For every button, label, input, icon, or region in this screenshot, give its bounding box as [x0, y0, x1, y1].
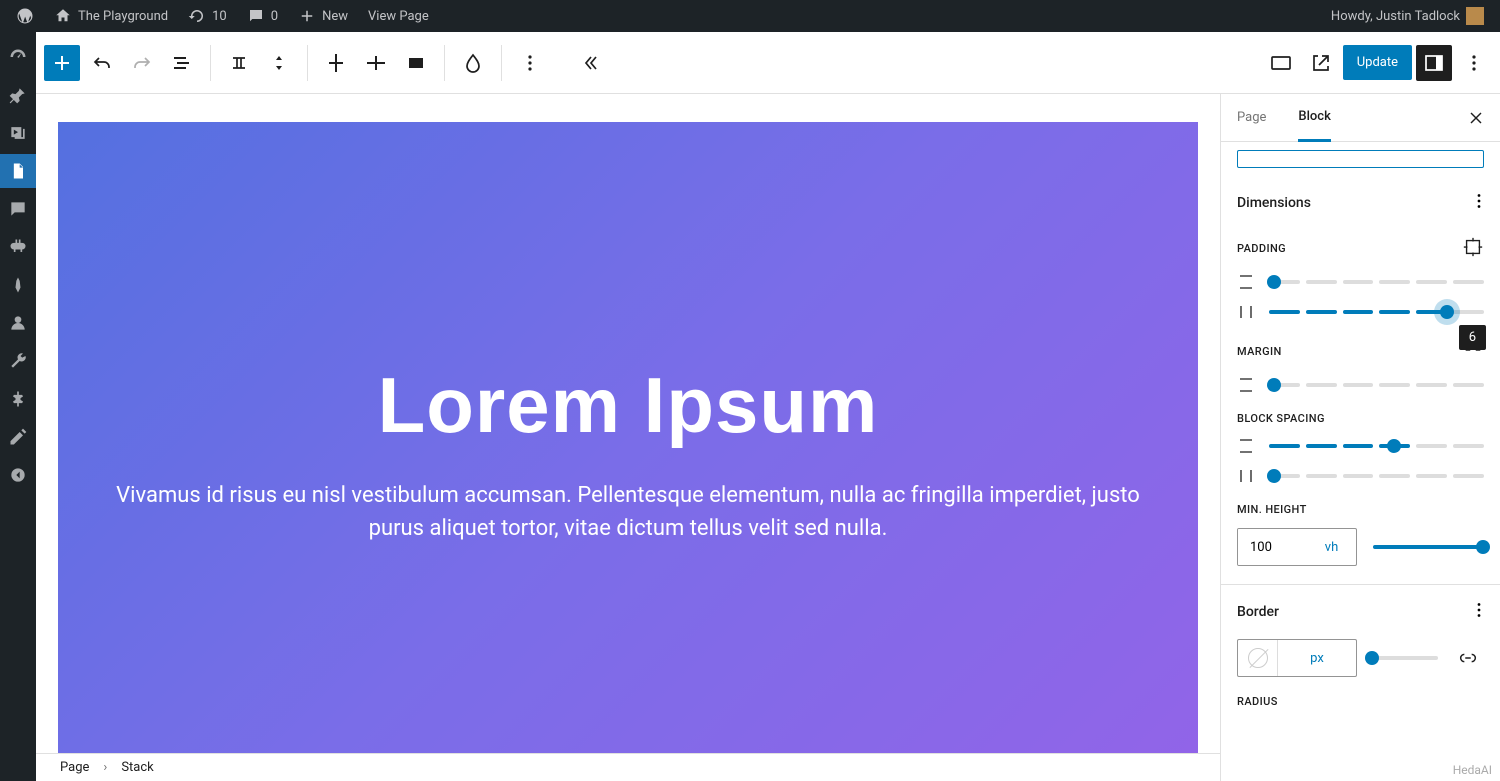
howdy-user[interactable]: Howdy, Justin Tadlock: [1325, 7, 1490, 25]
dimensions-panel-header: Dimensions: [1221, 176, 1500, 224]
collapse-icon[interactable]: [0, 458, 36, 492]
redo-button[interactable]: [124, 45, 160, 81]
border-unit[interactable]: px: [1278, 640, 1356, 676]
site-name: The Playground: [78, 9, 168, 24]
divider: [307, 45, 308, 81]
external-preview-icon[interactable]: [1303, 45, 1339, 81]
border-width-slider[interactable]: [1371, 656, 1438, 660]
min-height-input[interactable]: vh: [1237, 528, 1357, 566]
fullwidth-icon[interactable]: [398, 45, 434, 81]
wp-logo-icon[interactable]: [10, 7, 40, 25]
plugins-icon[interactable]: [0, 230, 36, 264]
close-sidebar-button[interactable]: [1460, 102, 1492, 134]
feedback-icon[interactable]: [0, 192, 36, 226]
view-page-link[interactable]: View Page: [362, 9, 435, 24]
new-label: New: [322, 9, 348, 24]
breadcrumb-leaf[interactable]: Stack: [121, 760, 153, 775]
avatar: [1466, 7, 1484, 25]
padding-unlink-icon[interactable]: [1462, 236, 1484, 261]
dimensions-options-icon[interactable]: [1468, 190, 1490, 216]
padding-value-tooltip: 6: [1459, 325, 1486, 350]
min-height-unit[interactable]: vh: [1306, 529, 1356, 565]
block-stack-icon[interactable]: [221, 45, 257, 81]
breadcrumb-root[interactable]: Page: [60, 760, 89, 775]
settings-sidebar-toggle[interactable]: [1416, 45, 1452, 81]
border-options-icon[interactable]: [1468, 599, 1490, 625]
settings-icon[interactable]: [0, 382, 36, 416]
list-view-button[interactable]: [164, 45, 200, 81]
divider: [210, 45, 211, 81]
cover-paragraph[interactable]: Vivamus id risus eu nisl vestibulum accu…: [98, 479, 1158, 545]
cover-heading[interactable]: Lorem Ipsum: [378, 360, 879, 451]
more-options-icon[interactable]: [1456, 45, 1492, 81]
border-panel-header: Border: [1221, 585, 1500, 633]
chevron-right-icon: ›: [103, 760, 107, 775]
edit-icon[interactable]: [0, 420, 36, 454]
appearance-icon[interactable]: [0, 268, 36, 302]
users-icon[interactable]: [0, 306, 36, 340]
update-button[interactable]: Update: [1343, 45, 1412, 80]
horizontal-axis-icon: [1237, 303, 1255, 321]
dashboard-icon[interactable]: [0, 40, 36, 74]
vertical-axis-icon: [1237, 273, 1255, 291]
margin-vertical-slider[interactable]: [1221, 370, 1500, 400]
admin-bar: The Playground 10 0 New View Page Howdy,…: [0, 0, 1500, 32]
comments-count: 0: [271, 9, 278, 24]
new-link[interactable]: New: [292, 7, 354, 25]
padding-horizontal-slider[interactable]: 6: [1221, 297, 1500, 327]
pages-icon[interactable]: [0, 154, 36, 188]
sidebar-tabs: Page Block: [1221, 94, 1500, 142]
min-height-label: MIN. HEIGHT: [1221, 491, 1500, 522]
vertical-axis-icon: [1237, 376, 1255, 394]
updates-link[interactable]: 10: [182, 7, 233, 25]
more-block-options-icon[interactable]: [512, 45, 548, 81]
padding-vertical-slider[interactable]: [1221, 267, 1500, 297]
horizontal-axis-icon: [1237, 467, 1255, 485]
move-drag-icon[interactable]: [261, 45, 297, 81]
device-preview-icon[interactable]: [1263, 45, 1299, 81]
site-home-link[interactable]: The Playground: [48, 7, 174, 25]
tab-page[interactable]: Page: [1237, 94, 1266, 142]
block-spacing-label: BLOCK SPACING: [1221, 400, 1500, 431]
hide-top-toolbar-icon[interactable]: [576, 45, 612, 81]
divider: [501, 45, 502, 81]
editor-toolbar: Update: [36, 32, 1500, 94]
watermark: HedaAI: [1453, 763, 1492, 777]
justify-icon[interactable]: [358, 45, 394, 81]
pin-icon[interactable]: [0, 78, 36, 112]
add-block-button[interactable]: [44, 45, 80, 81]
min-height-slider[interactable]: [1373, 545, 1484, 549]
align-icon[interactable]: [318, 45, 354, 81]
min-height-value[interactable]: [1238, 529, 1306, 565]
cover-block[interactable]: Lorem Ipsum Vivamus id risus eu nisl ves…: [58, 122, 1198, 753]
border-width-input[interactable]: px: [1237, 639, 1357, 677]
tools-icon[interactable]: [0, 344, 36, 378]
admin-menu: [0, 32, 36, 781]
drop-style-icon[interactable]: [455, 45, 491, 81]
blockspacing-horizontal-slider[interactable]: [1221, 461, 1500, 491]
editor-canvas[interactable]: Lorem Ipsum Vivamus id risus eu nisl ves…: [36, 94, 1220, 753]
blockspacing-vertical-slider[interactable]: [1221, 431, 1500, 461]
radius-label: RADIUS: [1221, 683, 1500, 714]
comments-link[interactable]: 0: [241, 7, 284, 25]
style-variant-input[interactable]: [1237, 150, 1484, 168]
undo-button[interactable]: [84, 45, 120, 81]
media-icon[interactable]: [0, 116, 36, 150]
settings-sidebar: Page Block Dimensions PADDING 6: [1220, 94, 1500, 781]
breadcrumb: Page › Stack: [36, 753, 1220, 781]
tab-block[interactable]: Block: [1298, 94, 1330, 142]
updates-count: 10: [212, 9, 227, 24]
divider: [444, 45, 445, 81]
border-color-swatch[interactable]: [1238, 640, 1278, 676]
padding-label: PADDING: [1221, 224, 1500, 267]
vertical-axis-icon: [1237, 437, 1255, 455]
border-link-sides-icon[interactable]: [1452, 642, 1484, 674]
